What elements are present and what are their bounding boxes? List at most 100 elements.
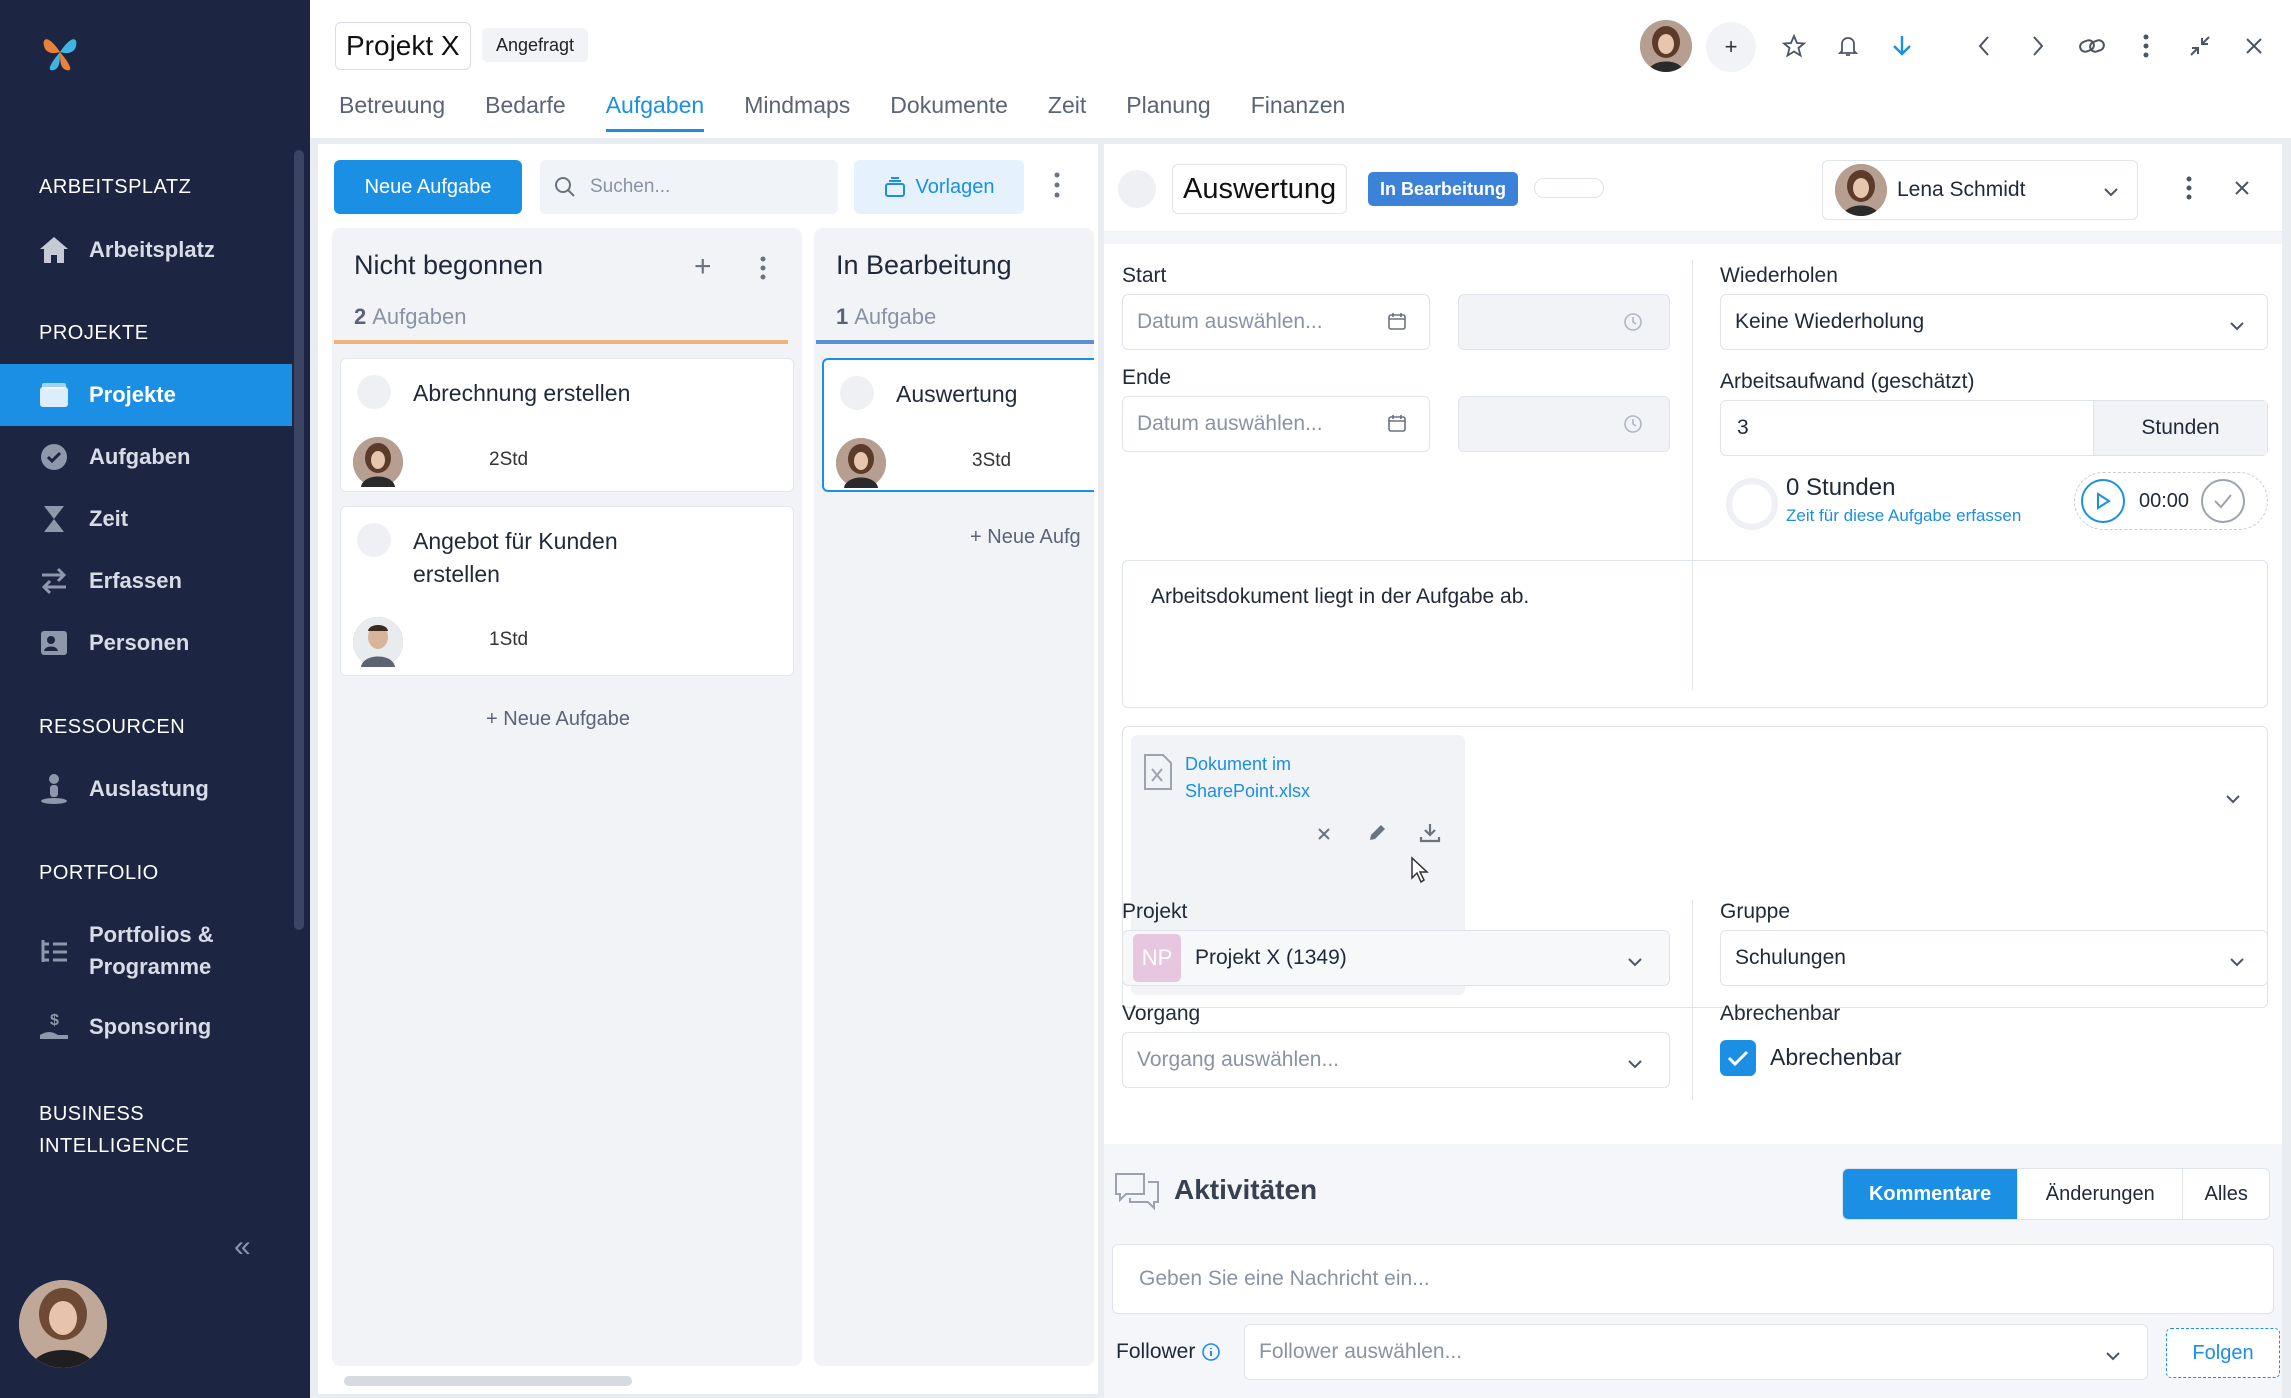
column-count: 1 Aufgabe — [836, 304, 936, 330]
mouse-cursor-icon — [1411, 856, 1429, 884]
sidebar-item-auslastung[interactable]: Auslastung — [0, 758, 292, 820]
process-select[interactable]: Vorgang auswählen... — [1122, 1032, 1670, 1088]
download-arrow-icon[interactable] — [1882, 26, 1922, 66]
star-icon[interactable] — [1774, 26, 1814, 66]
billable-checkbox[interactable] — [1720, 1040, 1756, 1076]
progress-pill[interactable] — [1534, 178, 1604, 198]
task-title-input[interactable]: Auswertung — [1172, 164, 1348, 214]
effort-input[interactable]: 3 Stunden — [1720, 400, 2268, 456]
play-timer-button[interactable] — [2081, 479, 2125, 523]
task-card[interactable]: Angebot für Kunden erstellen 1Std — [340, 506, 794, 676]
hand-dollar-icon: $ — [38, 1011, 70, 1043]
confirm-time-button[interactable] — [2201, 479, 2246, 523]
tab-alles[interactable]: Alles — [2183, 1169, 2269, 1219]
task-card-selected[interactable]: Auswertung 3Std — [822, 358, 1094, 492]
project-tabs: Betreuung Bedarfe Aufgaben Mindmaps Doku… — [339, 92, 1345, 132]
follower-select[interactable]: Follower auswählen... — [1244, 1324, 2148, 1380]
sidebar-scrollbar[interactable] — [294, 150, 304, 930]
task-status-circle[interactable] — [1118, 170, 1156, 208]
tab-aufgaben[interactable]: Aufgaben — [605, 92, 705, 132]
task-status-badge[interactable]: In Bearbeitung — [1368, 172, 1519, 206]
end-date-input[interactable]: Datum auswählen... — [1122, 396, 1430, 452]
process-label: Vorgang — [1122, 1002, 1201, 1025]
column-divider — [1692, 900, 1693, 1100]
link-icon[interactable] — [2072, 26, 2112, 66]
start-date-input[interactable]: Datum auswählen... — [1122, 294, 1430, 350]
person-card-icon — [38, 627, 70, 659]
sidebar-item-erfassen[interactable]: Erfassen — [0, 550, 292, 612]
chevron-down-icon[interactable] — [2225, 791, 2241, 809]
project-title[interactable]: Projekt X — [335, 22, 471, 70]
tab-dokumente[interactable]: Dokumente — [890, 92, 1008, 132]
tab-bedarfe[interactable]: Bedarfe — [485, 92, 566, 132]
message-input[interactable]: Geben Sie eine Nachricht ein... — [1112, 1244, 2274, 1314]
collapse-sidebar-icon[interactable]: « — [234, 1230, 251, 1264]
add-new-task-link[interactable]: + Neue Aufg — [970, 526, 1081, 549]
add-member-button[interactable]: + — [1706, 22, 1756, 72]
tab-betreuung[interactable]: Betreuung — [339, 92, 445, 132]
project-select[interactable]: NP Projekt X (1349) — [1122, 930, 1670, 986]
close-detail-icon[interactable] — [2234, 180, 2250, 201]
add-task-icon[interactable]: + — [694, 250, 712, 284]
info-icon[interactable] — [1201, 1342, 1221, 1362]
follow-button[interactable]: Folgen — [2166, 1328, 2280, 1378]
bell-icon[interactable] — [1828, 26, 1868, 66]
close-icon[interactable] — [2234, 26, 2274, 66]
process-placeholder: Vorgang auswählen... — [1137, 1048, 1339, 1071]
tab-aenderungen[interactable]: Änderungen — [2018, 1169, 2184, 1219]
tab-kommentare[interactable]: Kommentare — [1843, 1169, 2019, 1219]
task-status-circle[interactable] — [357, 523, 391, 557]
sidebar-item-portfolios[interactable]: Portfolios & Programme — [0, 916, 240, 986]
board-more-icon[interactable] — [1054, 172, 1060, 203]
repeat-select[interactable]: Keine Wiederholung — [1720, 294, 2268, 350]
project-status-badge[interactable]: Angefragt — [482, 28, 589, 62]
column-more-icon[interactable] — [760, 256, 766, 285]
sidebar-item-projekte[interactable]: Projekte — [0, 364, 292, 426]
new-task-button[interactable]: Neue Aufgabe — [334, 160, 522, 214]
templates-button[interactable]: Vorlagen — [854, 160, 1024, 214]
assignee-avatar[interactable] — [353, 617, 403, 667]
description-editor[interactable]: Arbeitsdokument liegt in der Aufgabe ab. — [1122, 560, 2268, 708]
sidebar-item-sponsoring[interactable]: $ Sponsoring — [0, 996, 292, 1058]
tab-mindmaps[interactable]: Mindmaps — [744, 92, 850, 132]
end-time-input[interactable] — [1458, 396, 1670, 452]
tab-zeit[interactable]: Zeit — [1048, 92, 1086, 132]
task-status-circle[interactable] — [840, 376, 874, 410]
sidebar-item-arbeitsplatz[interactable]: Arbeitsplatz — [0, 219, 292, 281]
sidebar-item-personen[interactable]: Personen — [0, 612, 292, 674]
board-horizontal-scrollbar[interactable] — [344, 1376, 632, 1386]
track-time-link[interactable]: Zeit für diese Aufgabe erfassen — [1786, 506, 2021, 526]
assignee-avatar[interactable] — [836, 438, 886, 488]
follower-placeholder: Follower auswählen... — [1259, 1340, 1463, 1363]
attachment-name[interactable]: Dokument im SharePoint.xlsx — [1185, 751, 1310, 805]
sidebar-item-label: Erfassen — [89, 568, 182, 593]
start-time-input[interactable] — [1458, 294, 1670, 350]
task-status-circle[interactable] — [357, 375, 391, 409]
tab-planung[interactable]: Planung — [1126, 92, 1210, 132]
section-heading-portfolio: PORTFOLIO — [39, 862, 159, 884]
sidebar-item-label: Personen — [89, 630, 190, 655]
assignee-avatar[interactable] — [353, 437, 403, 487]
add-new-task-link[interactable]: + Neue Aufgabe — [486, 708, 630, 731]
owner-avatar[interactable] — [1640, 20, 1692, 72]
edit-pencil-icon[interactable] — [1367, 823, 1387, 843]
group-select[interactable]: Schulungen — [1720, 930, 2268, 986]
tree-list-icon — [38, 935, 70, 967]
download-icon[interactable] — [1419, 823, 1441, 843]
chevron-left-icon[interactable] — [1964, 26, 2004, 66]
group-value: Schulungen — [1735, 946, 1846, 969]
app-logo-icon[interactable] — [38, 30, 82, 74]
detail-more-icon[interactable] — [2186, 176, 2192, 205]
assignee-select[interactable]: Lena Schmidt — [1822, 160, 2138, 220]
user-avatar[interactable] — [19, 1280, 107, 1368]
sidebar-item-zeit[interactable]: Zeit — [0, 488, 292, 550]
more-vertical-icon[interactable] — [2126, 26, 2166, 66]
remove-attachment-icon[interactable] — [1317, 827, 1331, 841]
search-input[interactable]: Suchen... — [540, 160, 838, 214]
task-card[interactable]: Abrechnung erstellen 2Std — [340, 358, 794, 492]
chevron-right-icon[interactable] — [2018, 26, 2058, 66]
timer-widget: 00:00 — [2074, 472, 2268, 530]
tab-finanzen[interactable]: Finanzen — [1251, 92, 1346, 132]
sidebar-item-aufgaben[interactable]: Aufgaben — [0, 426, 292, 488]
minimize-icon[interactable] — [2180, 26, 2220, 66]
